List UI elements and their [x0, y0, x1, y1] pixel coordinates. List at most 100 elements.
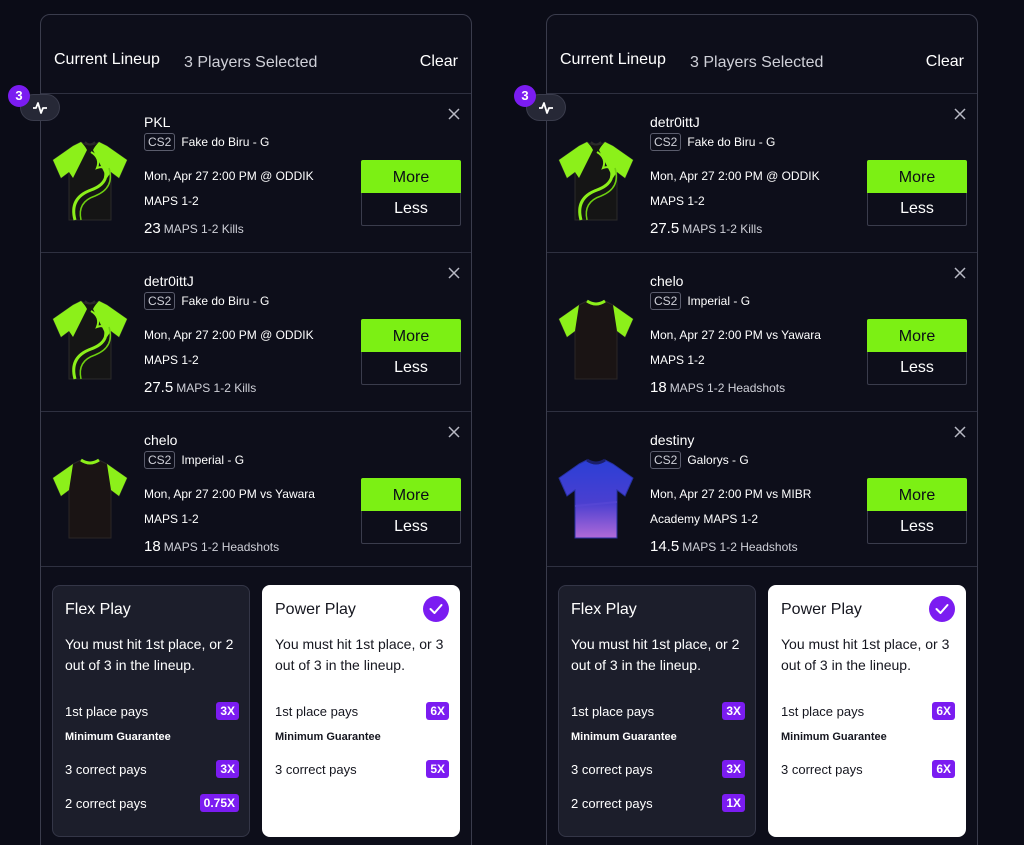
player-name: PKL — [144, 114, 171, 130]
checkmark-icon — [423, 596, 449, 622]
more-button[interactable]: More — [361, 319, 461, 352]
payout-multiplier: 0.75X — [199, 794, 239, 812]
team-name: Fake do Biru - G — [181, 135, 270, 149]
power-play-title: Power Play — [275, 601, 356, 618]
lineup-header: Current Lineup 3 Players Selected Clear — [547, 15, 977, 95]
less-button[interactable]: Less — [361, 352, 461, 385]
payout-multiplier: 3X — [722, 702, 745, 720]
close-icon[interactable] — [446, 265, 462, 281]
lineup-pick: detr0ittJ CS2 Fake do Biru - G Mon, Apr … — [41, 252, 471, 411]
close-icon[interactable] — [446, 424, 462, 440]
close-icon[interactable] — [952, 265, 968, 281]
game-team-row: CS2 Galorys - G — [650, 451, 749, 469]
less-button[interactable]: Less — [361, 193, 461, 226]
power-play-card[interactable]: Power Play You must hit 1st place, or 3 … — [768, 585, 966, 837]
payout-label: 1st place pays — [65, 703, 149, 719]
less-button[interactable]: Less — [867, 511, 967, 544]
projection-stat: MAPS 1-2 Kills — [163, 222, 244, 236]
maps-label: MAPS 1-2 — [650, 353, 705, 367]
projection-line: 18 MAPS 1-2 Headshots — [650, 379, 785, 396]
game-tag: CS2 — [144, 451, 176, 469]
jersey-image — [557, 297, 635, 381]
power-play-description: You must hit 1st place, or 3 out of 3 in… — [275, 636, 444, 673]
match-info: Mon, Apr 27 2:00 PM @ ODDIK — [144, 328, 314, 342]
player-name: detr0ittJ — [650, 114, 700, 130]
maps-label: MAPS 1-2 — [144, 353, 199, 367]
lineup-pick: destiny CS2 Galorys - G Mon, Apr 27 2:00… — [547, 411, 977, 570]
pick-count-badge: 3 — [514, 85, 536, 107]
payout-label: 2 correct pays — [65, 795, 147, 811]
maps-label: MAPS 1-2 — [144, 194, 199, 208]
team-name: Galorys - G — [687, 453, 749, 467]
maps-label: MAPS 1-2 — [144, 512, 199, 526]
lineup-pick: detr0ittJ CS2 Fake do Biru - G Mon, Apr … — [547, 93, 977, 252]
lineup-pick: chelo CS2 Imperial - G Mon, Apr 27 2:00 … — [547, 252, 977, 411]
flex-play-description: You must hit 1st place, or 2 out of 3 in… — [65, 636, 234, 673]
projection-line: 14.5 MAPS 1-2 Headshots — [650, 538, 798, 555]
projection-value: 27.5 — [144, 379, 174, 396]
payout-multiplier: 1X — [722, 794, 745, 812]
projection-value: 18 — [144, 538, 161, 555]
payout-multiplier: 5X — [426, 760, 449, 778]
payout-multiplier: 3X — [216, 760, 239, 778]
clear-button[interactable]: Clear — [926, 53, 964, 71]
more-button[interactable]: More — [867, 319, 967, 352]
match-info: Mon, Apr 27 2:00 PM @ ODDIK — [144, 169, 314, 183]
team-name: Imperial - G — [687, 294, 751, 308]
more-button[interactable]: More — [361, 478, 461, 511]
minimum-guarantee-label: Minimum Guarantee — [571, 731, 677, 743]
game-tag: CS2 — [144, 292, 176, 310]
maps-label: MAPS 1-2 — [650, 194, 705, 208]
close-icon[interactable] — [446, 106, 462, 122]
projection-line: 18 MAPS 1-2 Headshots — [144, 538, 279, 555]
payout-row: 1st place pays 6X — [275, 702, 449, 720]
payout-label: 1st place pays — [275, 703, 359, 719]
jersey-image — [51, 456, 129, 540]
play-type-selector: Flex Play You must hit 1st place, or 2 o… — [547, 566, 977, 845]
jersey-image — [557, 138, 635, 222]
lineup-title: Current Lineup — [560, 51, 666, 68]
more-button[interactable]: More — [867, 160, 967, 193]
projection-stat: MAPS 1-2 Kills — [682, 222, 763, 236]
minimum-guarantee-label: Minimum Guarantee — [781, 731, 887, 743]
payout-row: 3 correct pays 3X — [65, 760, 239, 778]
less-button[interactable]: Less — [867, 193, 967, 226]
close-icon[interactable] — [952, 424, 968, 440]
game-tag: CS2 — [144, 133, 176, 151]
payout-row: 1st place pays 3X — [571, 702, 745, 720]
projection-value: 27.5 — [650, 220, 680, 237]
projection-line: 23 MAPS 1-2 Kills — [144, 220, 244, 237]
play-type-selector: Flex Play You must hit 1st place, or 2 o… — [41, 566, 471, 845]
game-team-row: CS2 Imperial - G — [650, 292, 750, 310]
more-button[interactable]: More — [361, 160, 461, 193]
flex-play-card[interactable]: Flex Play You must hit 1st place, or 2 o… — [52, 585, 250, 837]
payout-multiplier: 6X — [932, 702, 955, 720]
projection-stat: MAPS 1-2 Headshots — [163, 540, 280, 554]
player-name: chelo — [144, 432, 178, 448]
projection-stat: MAPS 1-2 Headshots — [669, 381, 786, 395]
player-name: detr0ittJ — [144, 273, 194, 289]
power-play-card[interactable]: Power Play You must hit 1st place, or 3 … — [262, 585, 460, 837]
projection-value: 14.5 — [650, 538, 680, 555]
projection-line: 27.5 MAPS 1-2 Kills — [650, 220, 762, 237]
team-name: Imperial - G — [181, 453, 245, 467]
payout-row: 2 correct pays 1X — [571, 794, 745, 812]
power-play-title: Power Play — [781, 601, 862, 618]
flex-play-title: Flex Play — [65, 601, 131, 618]
payout-label: 3 correct pays — [275, 761, 357, 777]
projection-stat: MAPS 1-2 Headshots — [682, 540, 798, 554]
payout-label: 3 correct pays — [65, 761, 147, 777]
jersey-image — [51, 297, 129, 381]
more-button[interactable]: More — [867, 478, 967, 511]
payout-row: 3 correct pays 6X — [781, 760, 955, 778]
payout-multiplier: 3X — [722, 760, 745, 778]
lineup-title: Current Lineup — [54, 51, 160, 68]
clear-button[interactable]: Clear — [420, 53, 458, 71]
payout-row: 1st place pays 3X — [65, 702, 239, 720]
game-team-row: CS2 Fake do Biru - G — [144, 133, 269, 151]
game-tag: CS2 — [650, 133, 682, 151]
less-button[interactable]: Less — [867, 352, 967, 385]
flex-play-card[interactable]: Flex Play You must hit 1st place, or 2 o… — [558, 585, 756, 837]
close-icon[interactable] — [952, 106, 968, 122]
less-button[interactable]: Less — [361, 511, 461, 544]
